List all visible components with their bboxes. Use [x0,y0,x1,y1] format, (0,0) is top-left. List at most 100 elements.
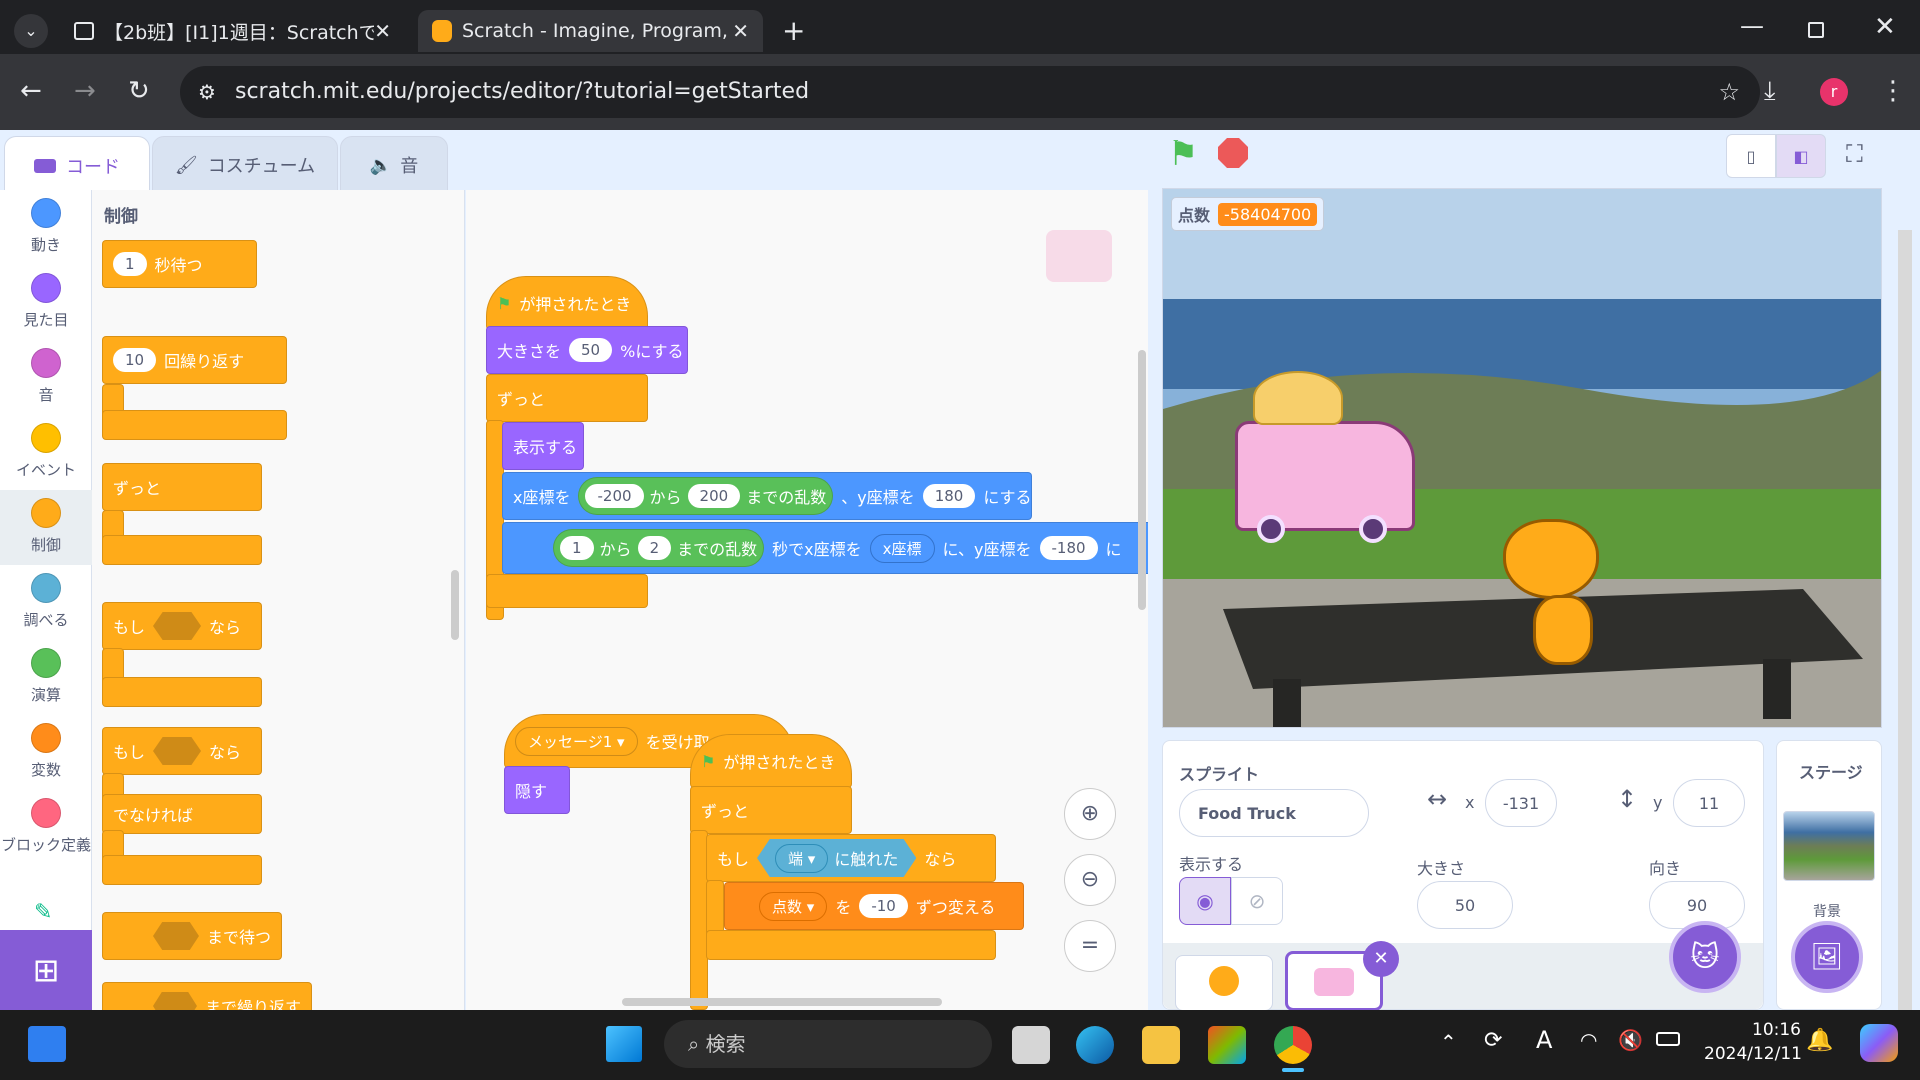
clock-date[interactable]: 2024/12/11 [1704,1044,1802,1064]
block-if-else[interactable]: もし なら [102,727,262,775]
x-position-reporter[interactable]: x座標 [869,533,935,563]
tab-costumes[interactable]: 🖌 コスチューム [152,136,338,194]
chrome-icon[interactable] [1274,1026,1312,1064]
category-sound[interactable]: 音 [0,340,92,415]
block-random[interactable]: -200 から 200 までの乱数 [578,477,834,515]
x-input[interactable]: -131 [1485,779,1557,827]
block-wait[interactable]: 1 秒待つ [102,240,257,288]
boolean-slot[interactable] [153,992,197,1010]
size-input[interactable]: 50 [1417,881,1513,929]
small-stage-button[interactable]: ▯ [1726,134,1776,178]
task-view-icon[interactable] [1012,1026,1050,1064]
taskbar-search[interactable]: ⌕ 検索 [664,1020,992,1068]
site-settings-icon[interactable]: ⚙ [198,66,216,118]
block-wait-until[interactable]: まで待つ [102,912,282,960]
volume-muted-icon[interactable]: 🔇 [1618,1028,1643,1052]
new-tab-icon[interactable]: + [782,14,805,47]
back-icon[interactable]: ← [20,76,42,106]
boolean-slot[interactable] [153,612,202,640]
category-looks[interactable]: 見た目 [0,265,92,340]
block-show[interactable]: 表示する [502,422,584,470]
workspace-vscrollbar[interactable] [1138,350,1146,610]
script-workspace[interactable]: ⚑ が押されたとき 大きさを 50 %にする ずっと 表示する x座標を -200 から 2… [466,190,1148,1010]
variable-dropdown[interactable]: 点数 ▾ [759,891,828,921]
random-from-input[interactable]: 1 [560,536,594,560]
show-hidden-button[interactable]: ⊘ [1231,877,1283,925]
block-repeat-until[interactable]: まで繰り返す [102,982,312,1010]
category-sensing[interactable]: 調べる [0,565,92,640]
forward-icon[interactable]: → [74,76,96,106]
bookmark-star-icon[interactable]: ☆ [1718,66,1740,118]
browser-tab-inactive[interactable]: 【2b班】[I1]1週目：Scratchでサイ ✕ [60,10,405,52]
block-random[interactable]: 1 から 2 までの乱数 [553,529,765,567]
boolean-slot[interactable] [153,922,199,950]
stage-canvas[interactable]: 点数 -58404700 [1162,188,1882,728]
category-control[interactable]: 制御 [0,490,92,565]
file-explorer-icon[interactable] [1142,1026,1180,1064]
show-visible-button[interactable]: ◉ [1179,877,1231,925]
boolean-slot[interactable] [153,737,202,765]
y-input[interactable]: 180 [922,484,976,508]
clock-time[interactable]: 10:16 [1752,1020,1801,1040]
change-value-input[interactable]: -10 [859,894,908,918]
food-truck-sprite[interactable] [1235,421,1415,531]
widgets-icon[interactable] [28,1026,66,1062]
normal-stage-button[interactable]: ◧ [1776,134,1826,178]
block-when-flag-clicked-2[interactable]: ⚑ が押されたとき [690,734,852,788]
store-icon[interactable] [1208,1026,1246,1064]
cat-sprite[interactable] [1493,519,1613,679]
close-tab-icon[interactable]: ✕ [374,19,391,43]
edge-icon[interactable] [1076,1026,1114,1064]
repeat-input[interactable]: 10 [113,348,157,372]
palette-scrollbar[interactable] [451,570,459,640]
block-if[interactable]: もし なら [102,602,262,650]
category-variables[interactable]: 変数 [0,715,92,790]
minimize-icon[interactable]: — [1740,12,1764,40]
sync-icon[interactable]: ⟳ [1484,1028,1502,1053]
block-change-variable[interactable]: 点数 ▾ を -10 ずつ変える [724,882,1024,930]
choose-backdrop-button[interactable]: 🖼 [1791,921,1863,993]
category-operators[interactable]: 演算 [0,640,92,715]
glide-y-input[interactable]: -180 [1039,536,1098,560]
block-when-flag-clicked[interactable]: ⚑ が押されたとき [486,276,648,330]
score-monitor[interactable]: 点数 -58404700 [1171,197,1325,231]
random-from-input[interactable]: -200 [585,484,644,508]
size-input[interactable]: 50 [569,338,613,362]
category-motion[interactable]: 動き [0,190,92,265]
ime-indicator[interactable]: A [1536,1026,1552,1054]
green-flag-button[interactable]: ⚑ [1168,134,1198,174]
y-input[interactable]: 11 [1673,779,1745,827]
block-if-touching[interactable]: もし 端 ▾ に触れた なら [706,834,996,882]
stage-thumbnail[interactable] [1783,811,1875,881]
wait-input[interactable]: 1 [113,252,147,276]
block-forever[interactable]: ずっと [486,374,648,422]
block-hide[interactable]: 隠す [504,766,570,814]
block-go-to-xy[interactable]: x座標を -200 から 200 までの乱数 、y座標を 180 にする [502,472,1032,520]
zoom-in-button[interactable]: ⊕ [1064,788,1116,840]
tab-sounds[interactable]: 🔈 音 [340,136,448,194]
fullscreen-icon[interactable]: ⛶ [1846,140,1863,168]
profile-avatar[interactable]: r [1820,78,1848,106]
stop-button[interactable] [1218,138,1248,168]
category-myblocks[interactable]: ブロック定義 [0,790,92,880]
wifi-icon[interactable]: ◠ [1580,1028,1597,1052]
workspace-hscrollbar[interactable] [622,998,942,1006]
zoom-out-button[interactable]: ⊖ [1064,854,1116,906]
restore-icon[interactable] [1808,22,1824,38]
stage-selector[interactable]: ステージ 背景 🖼 [1776,740,1882,1010]
choose-sprite-button[interactable]: 🐱 [1669,921,1741,993]
copilot-icon[interactable] [1860,1024,1898,1062]
pen-extension-icon[interactable]: ✎ [34,900,52,925]
tab-code[interactable]: コード [4,136,150,194]
tab-list-chevron-icon[interactable]: ⌄ [14,14,48,48]
delete-sprite-icon[interactable]: ✕ [1363,941,1399,977]
touching-boolean[interactable]: 端 ▾ に触れた [757,839,917,877]
block-glide[interactable]: 1 から 2 までの乱数 秒でx座標を x座標 に、y座標を -180 に [502,522,1148,574]
address-bar[interactable]: ⚙ scratch.mit.edu/projects/editor/?tutor… [180,66,1760,118]
battery-icon[interactable] [1656,1032,1680,1046]
close-tab-icon[interactable]: ✕ [732,19,749,43]
sprite-tile-cat[interactable] [1175,955,1273,1011]
zoom-reset-button[interactable]: = [1064,920,1116,972]
random-to-input[interactable]: 200 [687,484,741,508]
edge-dropdown[interactable]: 端 ▾ [775,843,829,873]
